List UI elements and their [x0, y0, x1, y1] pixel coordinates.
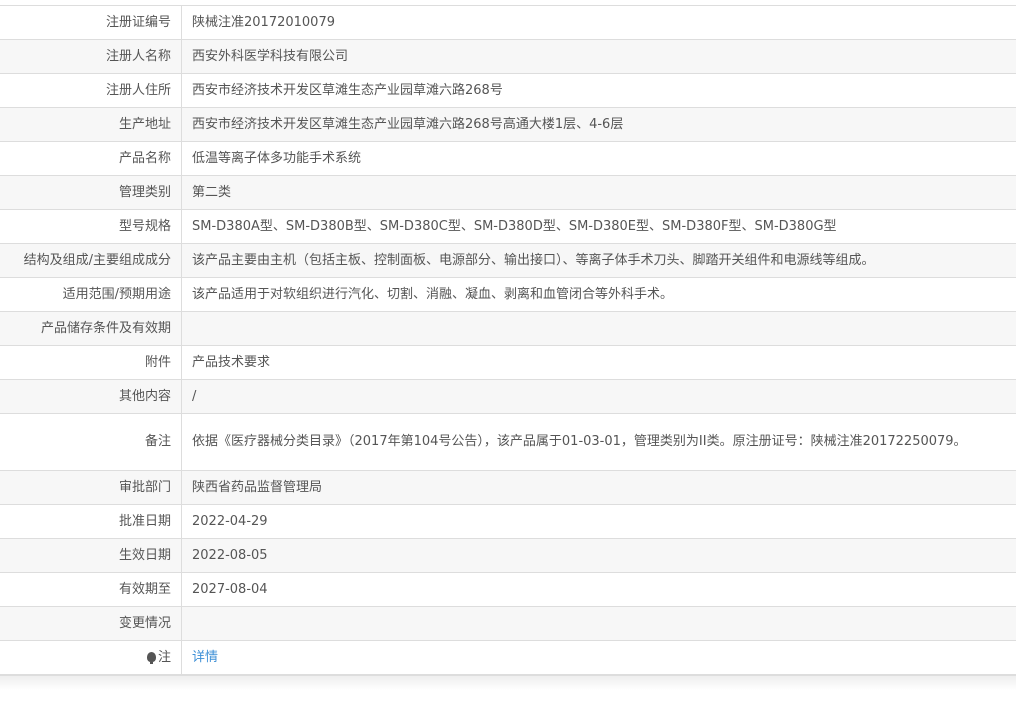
- row-label: 注: [157, 649, 171, 665]
- row-label: 批准日期: [0, 504, 182, 539]
- row-label: 结构及组成/主要组成成分: [0, 243, 182, 278]
- table-row: 产品名称 低温等离子体多功能手术系统: [0, 141, 1016, 176]
- row-label: 产品储存条件及有效期: [0, 311, 182, 346]
- table-row: 审批部门 陕西省药品监督管理局: [0, 470, 1016, 505]
- row-value: [181, 606, 1016, 641]
- row-label: 产品名称: [0, 141, 182, 176]
- table-row: 注册人名称 西安外科医学科技有限公司: [0, 39, 1016, 74]
- row-value: SM-D380A型、SM-D380B型、SM-D380C型、SM-D380D型、…: [181, 209, 1016, 244]
- row-value: 西安外科医学科技有限公司: [181, 39, 1016, 74]
- row-label: 备注: [0, 413, 182, 471]
- row-value: 产品技术要求: [181, 345, 1016, 380]
- row-label: 适用范围/预期用途: [0, 277, 182, 312]
- row-value: 2022-08-05: [181, 538, 1016, 573]
- row-value: 2022-04-29: [181, 504, 1016, 539]
- row-value: [181, 311, 1016, 346]
- row-label: 注册人名称: [0, 39, 182, 74]
- table-row: 注册人住所 西安市经济技术开发区草滩生态产业园草滩六路268号: [0, 73, 1016, 108]
- row-label: 注册人住所: [0, 73, 182, 108]
- table-row: 变更情况: [0, 606, 1016, 641]
- table-row: 管理类别 第二类: [0, 175, 1016, 210]
- lightbulb-icon: [146, 651, 156, 664]
- row-label: 变更情况: [0, 606, 182, 641]
- table-row: 生效日期 2022-08-05: [0, 538, 1016, 573]
- row-label: 审批部门: [0, 470, 182, 505]
- row-value: 2027-08-04: [181, 572, 1016, 607]
- table-row: 生产地址 西安市经济技术开发区草滩生态产业园草滩六路268号高通大楼1层、4-6层: [0, 107, 1016, 142]
- row-value: /: [181, 379, 1016, 414]
- row-value: 依据《医疗器械分类目录》（2017年第104号公告），该产品属于01-03-01…: [181, 413, 1016, 471]
- table-row: 注册证编号 陕械注准20172010079: [0, 6, 1016, 40]
- row-label: 其他内容: [0, 379, 182, 414]
- table-row: 产品储存条件及有效期: [0, 311, 1016, 346]
- table-row: 批准日期 2022-04-29: [0, 504, 1016, 539]
- row-label: 附件: [0, 345, 182, 380]
- details-link[interactable]: 详情: [192, 650, 218, 665]
- table-row: 备注 依据《医疗器械分类目录》（2017年第104号公告），该产品属于01-03-…: [0, 413, 1016, 471]
- table-row: 型号规格 SM-D380A型、SM-D380B型、SM-D380C型、SM-D38…: [0, 209, 1016, 244]
- row-label: 生效日期: [0, 538, 182, 573]
- row-value: 低温等离子体多功能手术系统: [181, 141, 1016, 176]
- row-label: 型号规格: [0, 209, 182, 244]
- row-label: 有效期至: [0, 572, 182, 607]
- table-row: 有效期至 2027-08-04: [0, 572, 1016, 607]
- row-label: 注册证编号: [0, 6, 182, 40]
- row-value: 该产品主要由主机（包括主板、控制面板、电源部分、输出接口）、等离子体手术刀头、脚…: [181, 243, 1016, 278]
- row-label: 管理类别: [0, 175, 182, 210]
- row-value: 陕械注准20172010079: [181, 6, 1016, 40]
- table-row: 适用范围/预期用途 该产品适用于对软组织进行汽化、切割、消融、凝血、剥离和血管闭合…: [0, 277, 1016, 312]
- row-value: 西安市经济技术开发区草滩生态产业园草滩六路268号: [181, 73, 1016, 108]
- bottom-shadow: [0, 675, 1016, 690]
- table-row: 其他内容 /: [0, 379, 1016, 414]
- row-value: 西安市经济技术开发区草滩生态产业园草滩六路268号高通大楼1层、4-6层: [181, 107, 1016, 142]
- table-row: 附件 产品技术要求: [0, 345, 1016, 380]
- registration-detail-table: 注册证编号 陕械注准20172010079 注册人名称 西安外科医学科技有限公司 注册人…: [0, 6, 1016, 675]
- row-label: 生产地址: [0, 107, 182, 142]
- row-value: 第二类: [181, 175, 1016, 210]
- table-row: 结构及组成/主要组成成分 该产品主要由主机（包括主板、控制面板、电源部分、输出接口…: [0, 243, 1016, 278]
- row-value: 该产品适用于对软组织进行汽化、切割、消融、凝血、剥离和血管闭合等外科手术。: [181, 277, 1016, 312]
- table-row-note: 注 详情: [0, 640, 1016, 675]
- row-value: 陕西省药品监督管理局: [181, 470, 1016, 505]
